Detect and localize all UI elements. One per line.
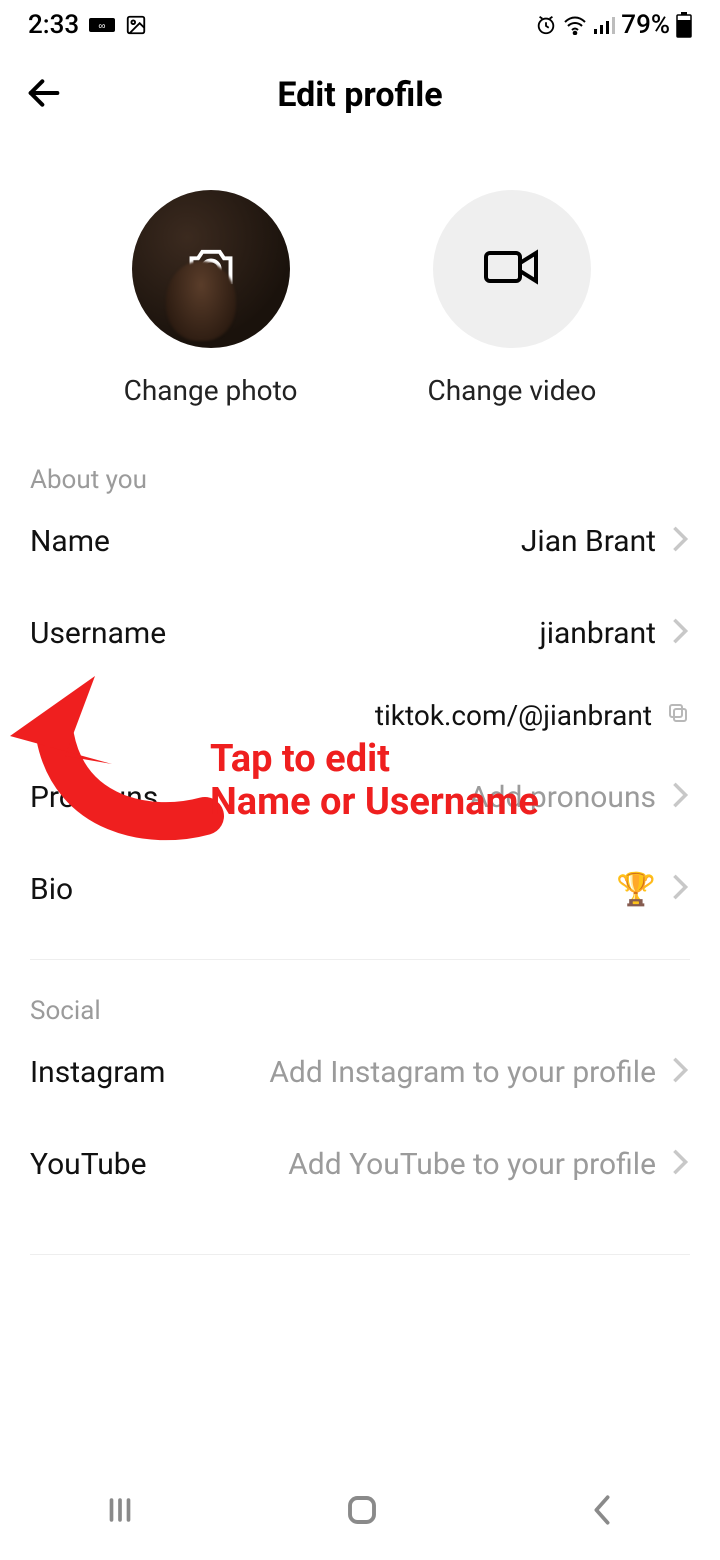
status-bar: 2:33 ∞ 79% (0, 0, 720, 50)
svg-text:∞: ∞ (99, 21, 106, 32)
vpn-icon: ∞ (89, 16, 115, 34)
row-pronouns[interactable]: Pronouns Add pronouns (0, 751, 720, 843)
profile-video[interactable] (433, 190, 591, 348)
wifi-icon (563, 15, 587, 35)
row-bio[interactable]: Bio 🏆 (0, 843, 720, 935)
chevron-right-icon (670, 1056, 690, 1088)
row-youtube-label: YouTube (30, 1147, 147, 1182)
back-button[interactable] (24, 73, 64, 117)
row-profile-url[interactable]: tiktok.com/@jianbrant (0, 685, 720, 745)
image-icon (125, 14, 147, 36)
row-instagram-value: Add Instagram to your profile (269, 1055, 656, 1090)
chevron-right-icon (670, 525, 690, 557)
row-name-value: Jian Brant (521, 524, 656, 559)
android-nav-bar (0, 1464, 720, 1560)
chevron-right-icon (670, 1148, 690, 1180)
row-youtube-value: Add YouTube to your profile (288, 1147, 656, 1182)
header: Edit profile (0, 50, 720, 140)
row-bio-value: 🏆 (616, 870, 656, 908)
profile-url: tiktok.com/@jianbrant (375, 699, 652, 732)
battery-icon (676, 12, 692, 38)
row-name[interactable]: Name Jian Brant (0, 495, 720, 587)
status-time: 2:33 (28, 10, 79, 40)
video-icon (484, 246, 540, 292)
divider (30, 959, 690, 960)
row-username[interactable]: Username jianbrant (0, 587, 720, 679)
row-instagram-label: Instagram (30, 1055, 165, 1090)
row-bio-label: Bio (30, 872, 73, 907)
row-youtube[interactable]: YouTube Add YouTube to your profile (0, 1118, 720, 1210)
row-instagram[interactable]: Instagram Add Instagram to your profile (0, 1026, 720, 1118)
section-social-label: Social (0, 996, 720, 1026)
recents-button[interactable] (103, 1493, 137, 1531)
signal-icon (593, 15, 615, 35)
copy-icon[interactable] (666, 699, 690, 732)
media-row: Change photo Change video (0, 190, 720, 407)
section-about-label: About you (0, 465, 720, 495)
chevron-right-icon (670, 873, 690, 905)
change-photo-label: Change photo (124, 374, 298, 407)
row-pronouns-label: Pronouns (30, 780, 158, 815)
back-nav-button[interactable] (587, 1493, 617, 1531)
divider (30, 1254, 690, 1255)
camera-icon (185, 244, 237, 294)
alarm-icon (535, 14, 557, 36)
row-username-value: jianbrant (540, 616, 656, 651)
page-title: Edit profile (0, 75, 720, 115)
row-username-label: Username (30, 616, 166, 651)
row-pronouns-value: Add pronouns (469, 780, 656, 815)
chevron-right-icon (670, 781, 690, 813)
change-photo[interactable]: Change photo (124, 190, 298, 407)
change-video[interactable]: Change video (427, 190, 596, 407)
profile-photo[interactable] (132, 190, 290, 348)
home-button[interactable] (344, 1492, 380, 1532)
row-name-label: Name (30, 524, 110, 559)
chevron-right-icon (670, 617, 690, 649)
change-video-label: Change video (427, 374, 596, 407)
battery-text: 79% (621, 10, 670, 40)
